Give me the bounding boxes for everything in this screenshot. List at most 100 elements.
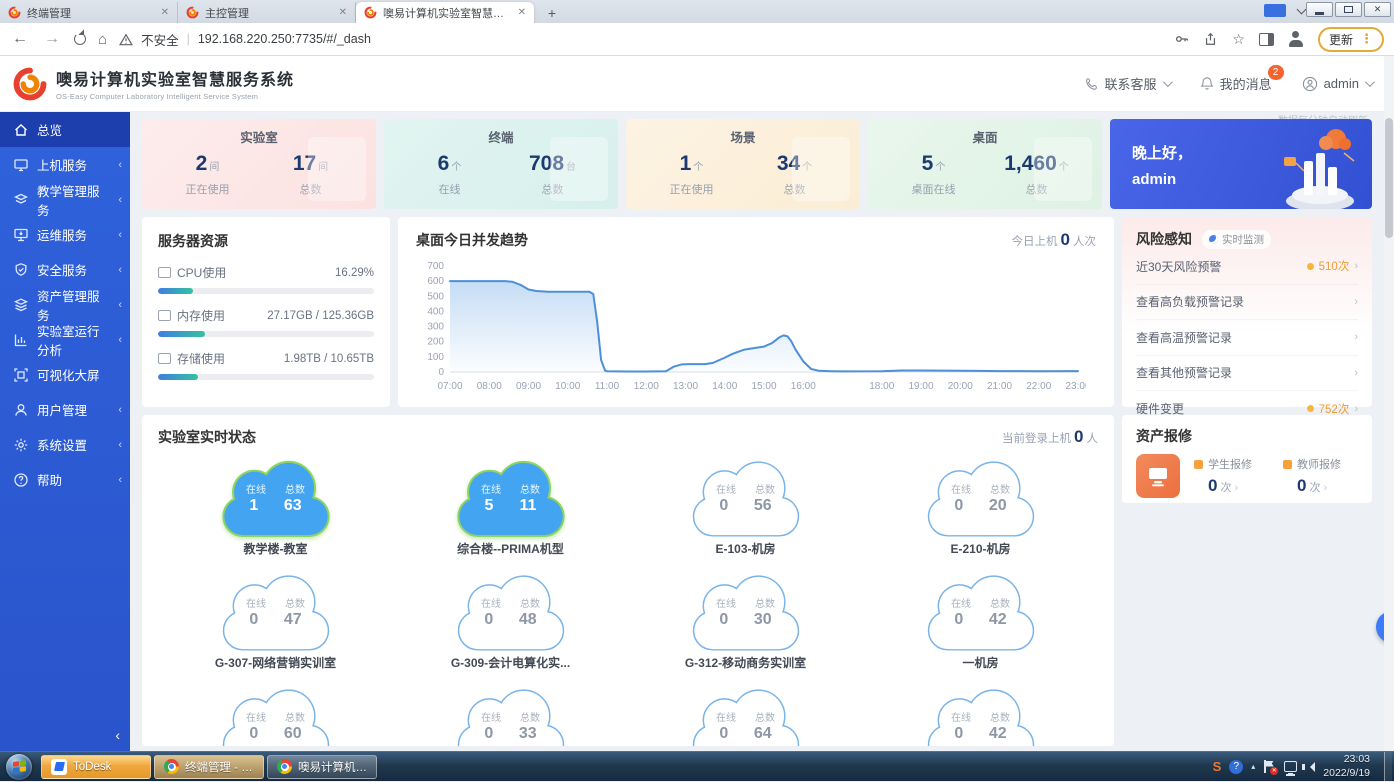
window-minimize-button[interactable] <box>1306 2 1333 17</box>
student-repair-item[interactable]: 学生报修 0次 › <box>1194 456 1269 496</box>
chevron-right-icon: › <box>1354 331 1358 343</box>
password-key-icon[interactable] <box>1174 32 1189 46</box>
svg-text:14:00: 14:00 <box>712 381 737 392</box>
sidebar-item-ops-service[interactable]: 运维服务‹ <box>0 217 130 252</box>
risk-row-high-load[interactable]: 查看高负载预警记录 › <box>1136 285 1358 321</box>
lab-room-card[interactable]: 在线总数020E-210-机房 <box>863 457 1098 557</box>
address-bar[interactable]: 不安全 | 192.168.220.250:7735/#/_dash <box>119 30 371 49</box>
total-label: 总数 <box>520 481 540 496</box>
lab-room-card[interactable]: 在线总数060七机房 <box>158 685 393 746</box>
sogou-tray-icon[interactable]: S <box>1213 759 1222 774</box>
page-scrollbar[interactable] <box>1384 56 1394 751</box>
total-label: 总数 <box>285 595 305 610</box>
forward-icon[interactable]: → <box>42 30 62 48</box>
sidebar-item-teaching-service[interactable]: 教学管理服务‹ <box>0 182 130 217</box>
share-icon[interactable] <box>1203 32 1218 46</box>
chevron-down-icon <box>1365 77 1375 87</box>
sidebar-item-big-screen[interactable]: 可视化大屏 <box>0 357 130 392</box>
online-label: 在线 <box>481 481 501 496</box>
lab-room-card[interactable]: 在线总数056E-103-机房 <box>628 457 863 557</box>
cloud-idle-icon: 在线总数056 <box>687 457 805 539</box>
browser-menu-kebab-icon[interactable]: ⋮ <box>1360 31 1373 47</box>
sidebar-item-system-settings[interactable]: 系统设置‹ <box>0 427 130 462</box>
stat-value: 5 <box>922 152 934 175</box>
browser-tab-active[interactable]: 噢易计算机实验室智慧服务系统 ✕ <box>356 2 534 23</box>
lab-room-card[interactable]: 在线总数042二机房 <box>863 685 1098 746</box>
cloud-active-icon: 在线总数511 <box>452 457 570 539</box>
risk-row-30day[interactable]: 近30天风险预警 510次 › <box>1136 249 1358 285</box>
taskbar-app-label: 终端管理 - Goog... <box>185 759 254 775</box>
tray-expand-arrow-icon[interactable]: ▴ <box>1251 762 1255 771</box>
bottom-row: 实验室实时状态 当前登录上机0人 在线总数163教学楼-教室在线总数511综合楼… <box>142 415 1372 746</box>
action-center-flag-icon[interactable]: ✕ <box>1263 760 1276 774</box>
sidebar-item-security-service[interactable]: 安全服务‹ <box>0 252 130 287</box>
tab-close-icon[interactable]: ✕ <box>339 7 347 18</box>
svg-text:08:00: 08:00 <box>477 381 502 392</box>
taskbar-app-chrome-terminal[interactable]: 终端管理 - Goog... <box>154 755 264 779</box>
lab-room-card[interactable]: 在线总数048G-309-会计电算化实... <box>393 571 628 671</box>
tab-close-icon[interactable]: ✕ <box>161 7 169 18</box>
browser-update-button[interactable]: 更新 ⋮ <box>1318 27 1384 52</box>
total-count: 33 <box>519 725 537 743</box>
my-messages-menu[interactable]: 我的消息 2 <box>1200 74 1272 93</box>
risk-row-high-temp[interactable]: 查看高温预警记录 › <box>1136 320 1358 356</box>
online-label: 在线 <box>951 481 971 496</box>
online-count: 0 <box>954 497 963 515</box>
sidebar-item-user-management[interactable]: 用户管理‹ <box>0 392 130 427</box>
new-tab-button[interactable]: + <box>540 5 564 23</box>
speaker-icon[interactable] <box>1305 762 1315 772</box>
sidebar-item-help[interactable]: 帮助‹ <box>0 462 130 497</box>
start-button[interactable] <box>6 754 32 780</box>
help-tray-icon[interactable]: ? <box>1229 760 1243 774</box>
lab-room-card[interactable]: 在线总数030G-312-移动商务实训室 <box>628 571 863 671</box>
stat-label: 总数 <box>501 181 604 197</box>
contact-support-menu[interactable]: 联系客服 <box>1085 74 1170 93</box>
side-panel-icon[interactable] <box>1259 33 1274 46</box>
lab-room-card[interactable]: 在线总数163教学楼-教室 <box>158 457 393 557</box>
reload-icon[interactable] <box>74 33 86 45</box>
browser-profile-icon[interactable] <box>1288 31 1304 47</box>
bookmark-star-icon[interactable]: ☆ <box>1232 31 1245 48</box>
username-label: admin <box>1324 76 1359 91</box>
cloud-idle-icon: 在线总数020 <box>922 457 1040 539</box>
app-header: 噢易计算机实验室智慧服务系统 OS-Easy Computer Laborato… <box>0 56 1394 112</box>
lab-room-card[interactable]: 在线总数033三机房 <box>393 685 628 746</box>
gear-icon <box>13 437 29 453</box>
sidebar-collapse-chevron[interactable]: ‹ <box>115 727 120 743</box>
lab-room-card[interactable]: 在线总数511综合楼--PRIMA机型 <box>393 457 628 557</box>
browser-tab-1[interactable]: 终端管理 ✕ <box>0 2 178 23</box>
sidebar-item-computer-service[interactable]: 上机服务‹ <box>0 147 130 182</box>
labs-grid: 在线总数163教学楼-教室在线总数511综合楼--PRIMA机型在线总数056E… <box>158 457 1098 746</box>
taskbar-app-todesk[interactable]: ToDesk <box>41 755 151 779</box>
window-maximize-button[interactable] <box>1335 2 1362 17</box>
sidebar-item-lab-analysis[interactable]: 实验室运行分析‹ <box>0 322 130 357</box>
stat-value: 17 <box>293 152 316 175</box>
online-count: 0 <box>719 611 728 629</box>
back-icon[interactable]: ← <box>10 30 30 48</box>
stat-value: 34 <box>777 152 800 175</box>
sidebar-item-overview[interactable]: 总览 <box>0 112 130 147</box>
lab-room-card[interactable]: 在线总数064九机房 <box>628 685 863 746</box>
sidebar-item-asset-service[interactable]: 资产管理服务‹ <box>0 287 130 322</box>
lab-room-card[interactable]: 在线总数042一机房 <box>863 571 1098 671</box>
chevron-right-icon: › <box>1235 482 1239 494</box>
browser-tab-2[interactable]: 主控管理 ✕ <box>178 2 356 23</box>
risk-row-other[interactable]: 查看其他预警记录 › <box>1136 356 1358 392</box>
lab-room-card[interactable]: 在线总数047G-307-网络营销实训室 <box>158 571 393 671</box>
window-close-button[interactable]: ✕ <box>1364 2 1391 17</box>
svg-text:15:00: 15:00 <box>751 381 776 392</box>
cloud-idle-icon: 在线总数047 <box>217 571 335 653</box>
network-icon[interactable] <box>1284 761 1297 772</box>
scrollbar-thumb[interactable] <box>1385 118 1393 238</box>
user-menu[interactable]: admin <box>1302 76 1372 92</box>
online-count: 0 <box>249 725 258 743</box>
tab-close-icon[interactable]: ✕ <box>518 7 526 18</box>
show-desktop-button[interactable] <box>1384 752 1392 782</box>
stat-unit: 个 <box>693 162 703 173</box>
taskbar-clock[interactable]: 23:03 2022/9/19 <box>1323 753 1370 780</box>
home-icon[interactable]: ⌂ <box>98 31 107 48</box>
app-subtitle: OS-Easy Computer Laboratory Intelligent … <box>56 92 294 101</box>
teacher-repair-item[interactable]: 教师报修 0次 › <box>1283 456 1358 496</box>
chevron-collapsed-icon: ‹ <box>118 474 122 486</box>
taskbar-app-chrome-osez[interactable]: 噢易计算机实验... <box>267 755 377 779</box>
